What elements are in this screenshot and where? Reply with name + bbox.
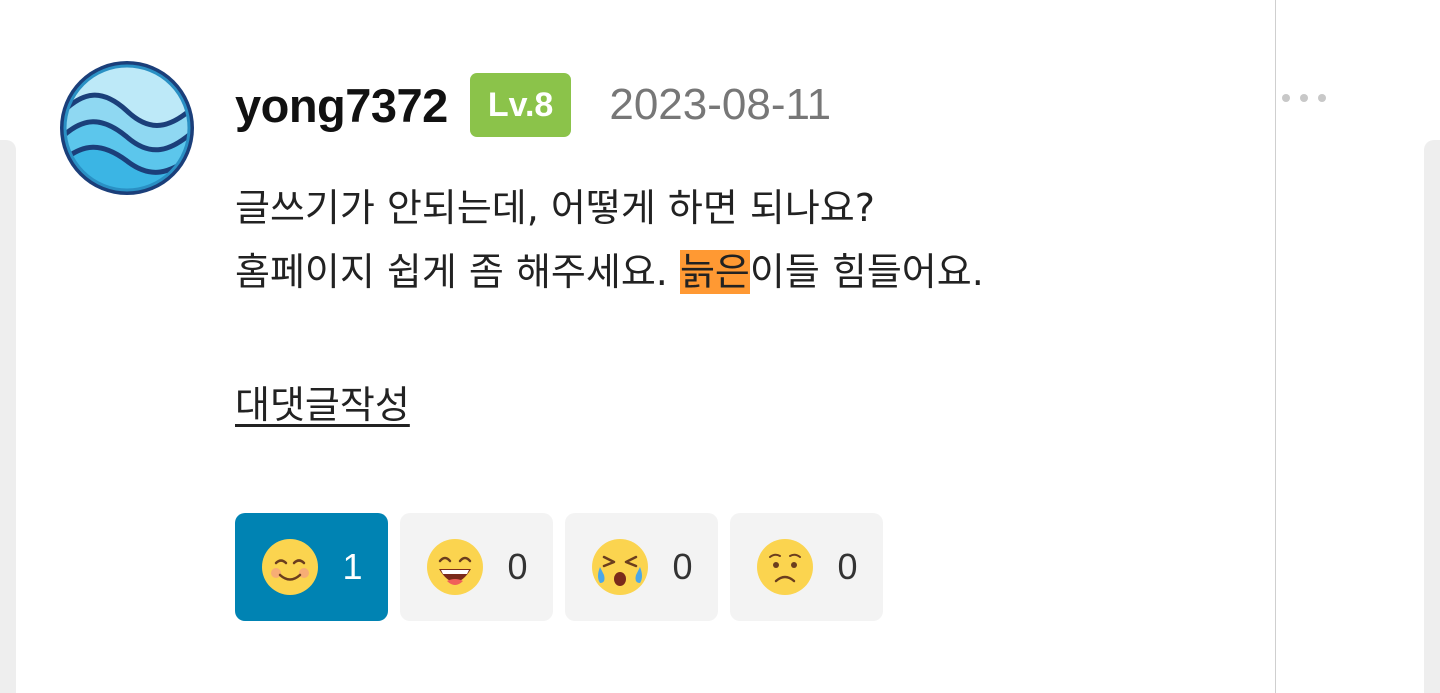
reply-link[interactable]: 대댓글작성: [235, 374, 410, 429]
reaction-laugh-button[interactable]: 0: [400, 513, 553, 621]
comment-text: 홈페이지 쉽게 좀 해주세요.: [235, 250, 680, 294]
reaction-count: 0: [672, 546, 693, 587]
reaction-smile-button[interactable]: 1: [235, 513, 388, 621]
comment-page: yong7372 Lv.8 2023-08-11 글쓰기가 안되는데, 어떻게 …: [0, 0, 1440, 693]
comment-date: 2023-08-11: [609, 80, 832, 129]
reaction-count: 0: [837, 546, 858, 587]
reaction-sad-button[interactable]: 0: [730, 513, 883, 621]
highlighted-text: 늙은: [679, 250, 750, 294]
comment-text: 이들 힘들어요.: [749, 250, 984, 294]
more-dots-icon: [1282, 94, 1290, 102]
right-divider: [1275, 0, 1276, 693]
more-options-button[interactable]: [1278, 84, 1342, 112]
crying-emoji-icon: [592, 539, 649, 595]
right-panel-edge: [1424, 140, 1440, 693]
reaction-count: 1: [342, 546, 363, 587]
reaction-count: 0: [507, 546, 528, 587]
wave-icon: [60, 61, 194, 195]
more-dots-icon: [1318, 94, 1326, 102]
sad-emoji-icon: [757, 539, 814, 595]
reaction-bar: 1 0 0 0: [235, 513, 883, 621]
username[interactable]: yong7372: [235, 78, 448, 133]
comment-body-line: 홈페이지 쉽게 좀 해주세요. 늙은이들 힘들어요.: [235, 240, 984, 304]
reaction-crying-button[interactable]: 0: [565, 513, 718, 621]
comment-body: 글쓰기가 안되는데, 어떻게 하면 되나요? 홈페이지 쉽게 좀 해주세요. 늙…: [235, 176, 984, 304]
more-dots-icon: [1300, 94, 1308, 102]
left-panel-edge: [0, 140, 16, 693]
smile-emoji-icon: [262, 539, 319, 595]
laugh-emoji-icon: [427, 539, 484, 595]
comment-header: yong7372 Lv.8 2023-08-11: [235, 70, 831, 140]
avatar[interactable]: [58, 59, 196, 197]
comment-body-line: 글쓰기가 안되는데, 어떻게 하면 되나요?: [235, 186, 875, 230]
level-badge: Lv.8: [469, 73, 572, 137]
